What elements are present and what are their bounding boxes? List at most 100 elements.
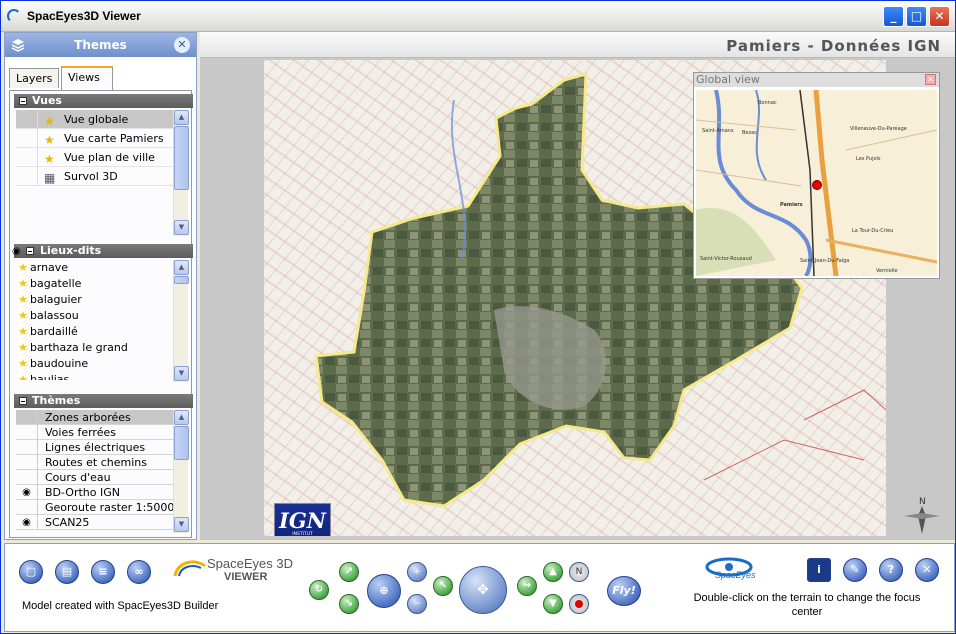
scroll-down-icon[interactable]: ▼ (174, 517, 189, 532)
list-item[interactable]: ★ balassou (16, 308, 178, 324)
scroll-thumb[interactable] (174, 276, 189, 284)
list-item[interactable]: ★ arnave (16, 260, 178, 276)
vues-scrollbar[interactable]: ▲ ▼ (173, 110, 189, 236)
visibility-toggle[interactable] (16, 500, 38, 515)
app-icon (7, 9, 21, 23)
visibility-toggle[interactable] (16, 470, 38, 485)
list-item[interactable]: ◉ BD-Ortho IGN (16, 485, 178, 500)
collapse-icon[interactable] (19, 397, 27, 405)
list-item[interactable]: Zones arborées (16, 410, 178, 425)
scroll-up-icon[interactable]: ▲ (174, 410, 189, 425)
map-label: Saint-Amans (702, 128, 734, 134)
list-item[interactable]: Routes et chemins (16, 455, 178, 470)
tilt-up-icon[interactable]: ↗ (339, 562, 359, 582)
global-view-window[interactable]: Global view ✕ Bonnac Saint-Amans Bezac V (693, 72, 940, 279)
zoom-in-icon[interactable]: + (407, 562, 427, 582)
themes-header-label: Thèmes (32, 394, 81, 407)
visibility-toggle[interactable] (16, 440, 38, 455)
move-down-icon[interactable]: ▼ (543, 594, 563, 614)
scroll-down-icon[interactable]: ▼ (174, 366, 189, 381)
tab-layers[interactable]: Layers (9, 68, 59, 88)
list-item[interactable]: Cours d'eau (16, 470, 178, 485)
themes-panel: Themes ✕ Layers Views Vues ★ Vue globale … (4, 32, 197, 540)
record-icon[interactable] (569, 594, 589, 614)
info-icon[interactable]: i (807, 558, 831, 582)
scroll-up-icon[interactable]: ▲ (174, 260, 189, 275)
vues-list: ★ Vue globale ★ Vue carte Pamiers ★ Vue pla… (16, 110, 178, 226)
exit-icon[interactable]: ✕ (915, 558, 939, 582)
visibility-toggle[interactable] (16, 410, 38, 425)
app-window: SpacEyes3D Viewer _ □ ✕ Themes ✕ Layers … (0, 0, 956, 634)
list-item[interactable]: ★ baudouine (16, 356, 178, 372)
zoom-out-icon[interactable]: − (407, 594, 427, 614)
star-icon: ★ (18, 325, 28, 338)
list-item[interactable]: ★ baulias (16, 372, 178, 380)
themes-scrollbar[interactable]: ▲ ▼ (173, 410, 189, 533)
eye-icon[interactable]: ◉ (12, 245, 21, 259)
spaceyes-3d-logo-icon (173, 560, 206, 577)
main-header: Pamiers - Données IGN (200, 32, 955, 58)
map-label: Verniolle (876, 268, 898, 274)
scroll-down-icon[interactable]: ▼ (174, 220, 189, 235)
minimize-button[interactable]: _ (883, 6, 904, 27)
bottom-toolbar: ▢ ▤ ≡ ∞ Model created with SpacEyes3D Bu… (4, 543, 955, 632)
layers-icon[interactable]: ≡ (91, 560, 115, 584)
tab-views[interactable]: Views (61, 66, 113, 90)
close-panel-icon[interactable]: ✕ (174, 37, 190, 53)
settings-icon[interactable]: ✎ (843, 558, 867, 582)
vues-group-header[interactable]: Vues (14, 94, 193, 108)
lieux-group-header[interactable]: ◉ Lieux-dits (12, 244, 193, 259)
maximize-button[interactable]: □ (906, 6, 927, 27)
help-icon[interactable]: ? (879, 558, 903, 582)
list-item[interactable]: ★ Vue carte Pamiers (16, 129, 178, 148)
close-icon[interactable]: ✕ (925, 74, 936, 85)
map-label: Villeneuve-Du-Paréage (850, 126, 907, 132)
list-item[interactable]: ★ barthaza le grand (16, 340, 178, 356)
window-title: SpacEyes3D Viewer (27, 9, 141, 23)
star-icon: ★ (18, 341, 28, 354)
list-item[interactable]: ★ Vue globale (16, 110, 178, 129)
zoom-tool-icon[interactable]: ⊕ (367, 574, 401, 608)
list-item[interactable]: ★ balaguier (16, 292, 178, 308)
eye-icon[interactable]: ◉ (16, 485, 38, 500)
close-button[interactable]: ✕ (929, 6, 950, 27)
map-label: La Tour-Du-Crieu (852, 228, 894, 234)
visibility-toggle[interactable] (16, 455, 38, 470)
rotate-left-icon[interactable]: ↖ (433, 576, 453, 596)
list-item[interactable]: ◉ SCAN25 (16, 515, 178, 530)
pan-control-icon[interactable]: ✥ (459, 566, 507, 614)
focus-hint: Double-click on the terrain to change th… (693, 592, 921, 618)
eye-icon[interactable]: ◉ (16, 515, 38, 530)
list-item[interactable]: ▦ Survol 3D (16, 167, 178, 186)
star-icon: ★ (18, 373, 28, 380)
tilt-down-icon[interactable]: ↘ (339, 594, 359, 614)
panel-header: Themes ✕ (5, 33, 196, 57)
global-view-map[interactable]: Bonnac Saint-Amans Bezac Villeneuve-Du-P… (696, 90, 937, 276)
list-item[interactable]: ★ Vue plan de ville (16, 148, 178, 167)
lieux-scrollbar[interactable]: ▲ ▼ (173, 260, 189, 382)
themes-group-header[interactable]: Thèmes (14, 394, 193, 408)
binoculars-icon[interactable]: ∞ (127, 560, 151, 584)
scroll-up-icon[interactable]: ▲ (174, 110, 189, 125)
rotate-right-icon[interactable]: ↪ (517, 576, 537, 596)
move-up-icon[interactable]: ▲ (543, 562, 563, 582)
list-item[interactable]: ★ bardaillé (16, 324, 178, 340)
refresh-icon[interactable]: ↻ (309, 580, 329, 600)
list-item[interactable]: ★ bagatelle (16, 276, 178, 292)
list-item[interactable]: Lignes électriques (16, 440, 178, 455)
new-file-icon[interactable]: ▢ (19, 560, 43, 584)
panel-title: Themes (74, 38, 127, 52)
north-icon[interactable]: N (569, 562, 589, 582)
compass-icon[interactable]: N (900, 494, 944, 538)
collapse-icon[interactable] (26, 247, 34, 255)
scroll-thumb[interactable] (174, 126, 189, 190)
views-tab-content: Vues ★ Vue globale ★ Vue carte Pamiers ★ Vu… (9, 90, 193, 538)
list-item[interactable]: Georoute raster 1:5000 (16, 500, 178, 515)
fly-button[interactable]: Fly! (607, 576, 641, 606)
open-folder-icon[interactable]: ▤ (55, 560, 79, 584)
visibility-toggle[interactable] (16, 425, 38, 440)
scroll-thumb[interactable] (174, 426, 189, 460)
star-icon: ★ (18, 277, 28, 290)
list-item[interactable]: Voies ferrées (16, 425, 178, 440)
collapse-icon[interactable] (19, 97, 27, 105)
